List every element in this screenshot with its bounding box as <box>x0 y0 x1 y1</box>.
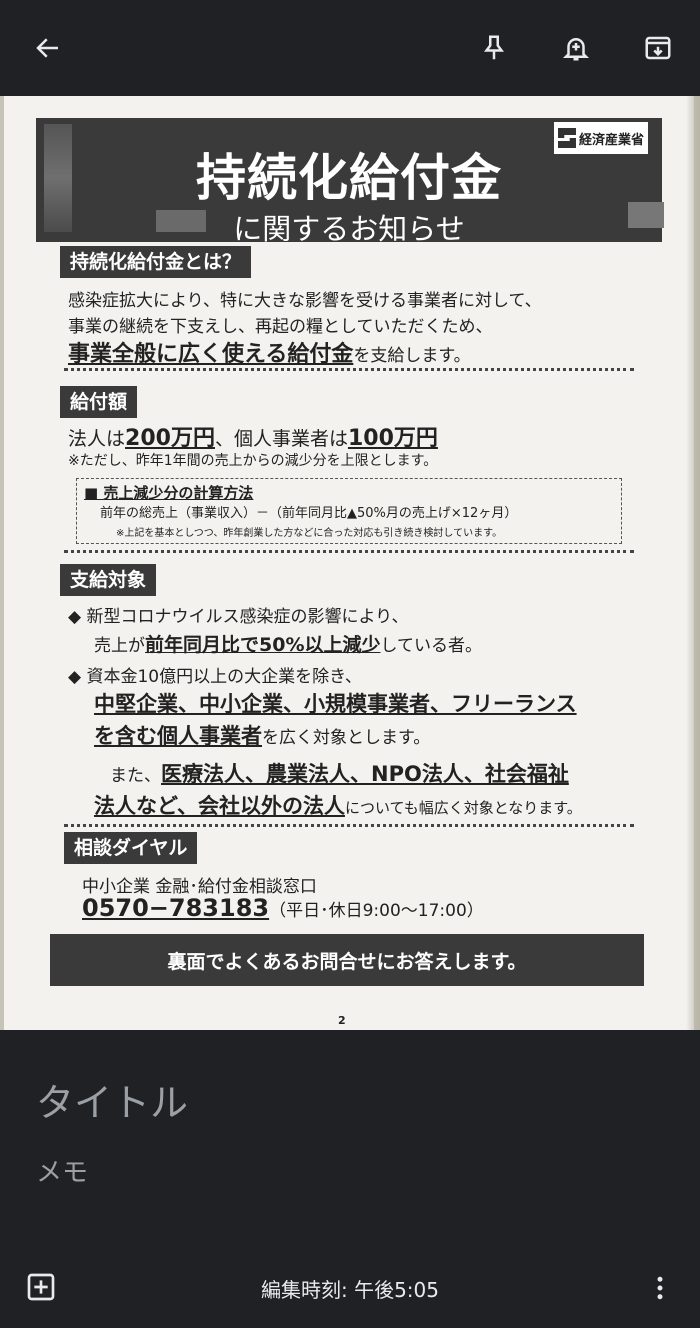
text-line: 中堅企業、中小企業、小規模事業者、フリーランス <box>94 688 577 718</box>
edited-time: 編集時刻: 午後5:05 <box>260 1278 439 1302</box>
photo-shadow <box>686 96 700 1030</box>
calc-note: ※上記を基本としつつ、昨年創業した方などに合った対応も引き続き検討しています。 <box>116 528 503 539</box>
corporate-amount: 200万円 <box>125 426 215 451</box>
text-span: している者。 <box>380 636 482 656</box>
text-span: 、個人事業者は <box>214 428 348 450</box>
note-title-input[interactable]: タイトル <box>36 1072 188 1127</box>
text-line: ◆ 新型コロナウイルス感染症の影響により、 <box>68 607 409 627</box>
text-line: また、医療法人、農業法人、NPO法人、社会福祉 <box>110 758 569 788</box>
text-span: を広く対象とします。 <box>262 728 431 748</box>
text-span: についても幅広く対象となります。 <box>344 799 582 817</box>
note-body-input[interactable]: メモ <box>36 1152 88 1189</box>
text-line: 感染症拡大により、特に大きな影響を受ける事業者に対して、 <box>68 291 542 311</box>
text-span: 売上が <box>94 636 145 656</box>
section-label: 支給対象 <box>60 564 157 596</box>
note-image[interactable]: 持続化給付金 に関するお知らせ 経済産業省 持続化給付金とは？ 感染症拡大により… <box>0 96 700 1030</box>
more-options-button[interactable] <box>640 1266 680 1310</box>
section-label: 給付額 <box>60 386 138 418</box>
more-vert-icon <box>657 1276 663 1300</box>
archive-button[interactable] <box>634 24 682 72</box>
highlight-text: 前年同月比で50%以上減少 <box>145 634 381 656</box>
consult-phone: 0570−783183 <box>82 894 270 922</box>
highlight-text: 事業全般に広く使える給付金 <box>68 342 354 367</box>
text-line: 事業全般に広く使える給付金を支給します。 <box>68 336 471 368</box>
dotted-divider <box>64 368 634 371</box>
dotted-divider <box>64 550 634 553</box>
top-app-bar <box>0 0 700 96</box>
pin-icon <box>484 35 504 60</box>
section-label: 相談ダイヤル <box>64 832 198 864</box>
text-line: を含む個人事業者を広く対象とします。 <box>94 720 430 750</box>
archive-icon <box>645 36 671 60</box>
highlight-text: を含む個人事業者 <box>94 724 262 748</box>
consult-line: 0570−783183（平日･休日9:00〜17:00） <box>82 894 484 922</box>
back-button[interactable] <box>24 24 72 72</box>
arrow-back-icon <box>36 38 58 58</box>
add-alert-icon <box>562 38 590 61</box>
dotted-divider <box>64 824 634 827</box>
section-label: 持続化給付金とは？ <box>60 246 252 278</box>
calc-title: ■ 売上減少分の計算方法 <box>84 484 254 502</box>
reminder-button[interactable] <box>552 24 600 72</box>
text-span: 法人は <box>68 428 126 450</box>
bottom-bar: 編集時刻: 午後5:05 <box>0 1256 700 1328</box>
amount-line: 法人は200万円、個人事業者は100万円 <box>68 420 438 452</box>
text-span: を支給します。 <box>353 346 471 366</box>
pin-button[interactable] <box>470 24 518 72</box>
text-line: 法人など、会社以外の法人についても幅広く対象となります。 <box>94 790 582 820</box>
flyer-body: 持続化給付金とは？ 感染症拡大により、特に大きな影響を受ける事業者に対して、 事… <box>4 96 694 1030</box>
highlight-text: 中堅企業、中小企業、小規模事業者、フリーランス <box>94 692 577 716</box>
individual-amount: 100万円 <box>347 426 438 451</box>
note-line: ※ただし、昨年1年間の売上からの減少分を上限とします。 <box>68 453 438 469</box>
page-number: 2 <box>338 1014 346 1027</box>
text-line: 事業の継続を下支えし、再起の糧としていただくため、 <box>68 317 493 337</box>
highlight-text: 医療法人、農業法人、NPO法人、社会福祉 <box>161 762 569 786</box>
text-span: また、 <box>110 766 161 786</box>
footer-banner: 裏面でよくあるお問合せにお答えします。 <box>50 934 644 986</box>
calc-formula: 前年の総売上（事業収入）－（前年同月比▲50%月の売上げ×12ヶ月） <box>100 506 518 521</box>
text-line: 売上が前年同月比で50%以上減少している者。 <box>94 630 482 657</box>
text-line: ◆ 資本金10億円以上の大企業を除き、 <box>68 667 362 687</box>
flyer-paper: 持続化給付金 に関するお知らせ 経済産業省 持続化給付金とは？ 感染症拡大により… <box>4 96 694 1030</box>
consult-hours: （平日･休日9:00〜17:00） <box>269 901 484 921</box>
highlight-text: 法人など、会社以外の法人 <box>94 794 345 818</box>
